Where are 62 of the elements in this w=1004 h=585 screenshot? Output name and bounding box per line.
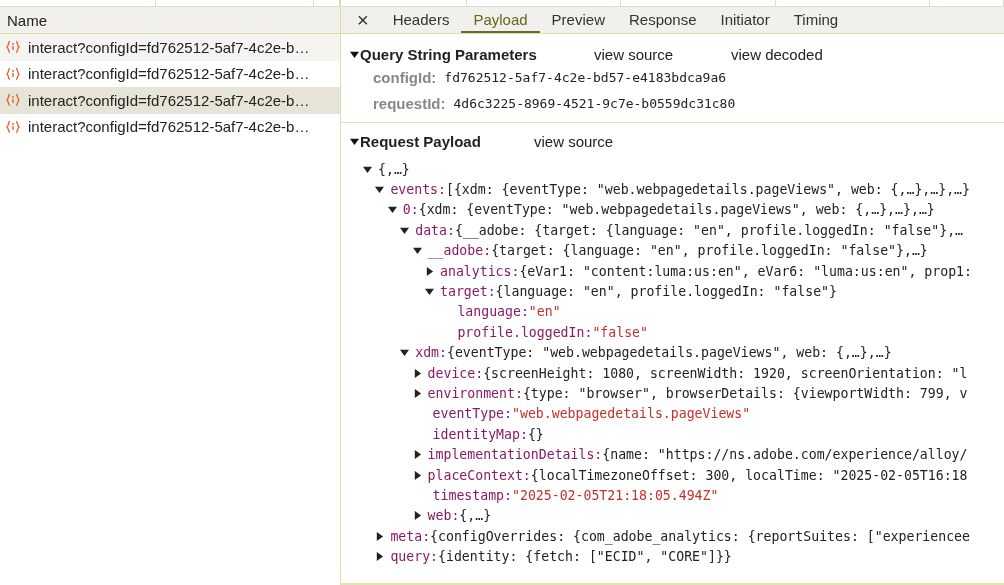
request-row[interactable]: interact?configId=fd762512-5af7-4c2e-b… [0, 60, 340, 87]
column-header[interactable]: Name [7, 11, 47, 29]
tree-entry: events:[{xdm: {eventType: "web.webpagedetails.pageViews", web: {,…},…},…} [390, 182, 970, 198]
tree-entry: __adobe:{target: {language: "en", profile.loggedIn: "false"},…} [427, 243, 928, 259]
param-name: configId: [373, 68, 437, 86]
section-title[interactable]: Request Payload [360, 132, 534, 150]
braces-icon [6, 66, 20, 81]
braces-icon [6, 93, 20, 108]
tree-entry: {,…} [378, 161, 410, 177]
tree-entry: meta:{configOverrides: {com_adobe_analytics: {reportSuites: ["experiencee [390, 528, 970, 544]
expand-arrow-icon[interactable] [363, 164, 372, 174]
param-value: fd762512-5af7-4c2e-bd57-e4183bdca9a6 [444, 69, 727, 85]
expand-arrow-icon[interactable] [400, 225, 410, 235]
tab[interactable]: Payload [461, 7, 540, 33]
expand-arrow-icon[interactable] [375, 552, 385, 562]
view-link[interactable]: view source [534, 132, 671, 150]
tree-entry: profile.loggedIn:"false" [457, 324, 648, 340]
tree-entry: 0:{xdm: {eventType: "web.webpagedetails.pageViews", web: {,…},…},…} [402, 202, 935, 218]
expand-arrow-icon[interactable] [425, 287, 434, 297]
braces-icon [6, 40, 20, 55]
braces-icon [6, 119, 20, 134]
expand-arrow-icon[interactable] [350, 136, 359, 146]
close-button[interactable]: × [351, 7, 381, 33]
request-row[interactable]: interact?configId=fd762512-5af7-4c2e-b… [0, 113, 340, 140]
tree-entry: xdm:{eventType: "web.webpagedetails.pageViews", web: {,…},…} [415, 345, 892, 361]
tree-entry: query:{identity: {fetch: ["ECID", "CORE"]}} [390, 549, 732, 565]
tab[interactable]: Timing [781, 7, 851, 33]
tree-entry: eventType:"web.webpagedetails.pageViews" [432, 406, 751, 422]
tree-entry: environment:{type: "browser", browserDetails: {viewportWidth: 799, v [427, 386, 968, 401]
tree-entry: web:{,…} [427, 508, 492, 524]
expand-arrow-icon[interactable] [350, 49, 359, 59]
tree-entry: target:{language: "en", profile.loggedIn: "false"} [440, 284, 837, 300]
tree-entry: data:{__adobe: {target: {language: "en", profile.loggedIn: "false"},… [415, 222, 964, 238]
expand-arrow-icon[interactable] [412, 511, 422, 521]
expand-arrow-icon[interactable] [425, 266, 434, 276]
tree-entry: timestamp:"2025-02-05T21:18:05.494Z" [432, 487, 719, 503]
expand-arrow-icon[interactable] [400, 348, 410, 358]
tab[interactable]: Preview [539, 7, 617, 33]
expand-arrow-icon[interactable] [375, 531, 385, 541]
request-row[interactable]: interact?configId=fd762512-5af7-4c2e-b… [0, 34, 340, 61]
tab[interactable]: Headers [380, 7, 462, 33]
param-name: requestId: [373, 94, 446, 112]
section-title[interactable]: Query String Parameters [360, 45, 594, 63]
tree-entry: analytics:{eVar1: "content:luma:us:en", eVar6: "luma:us:en", prop1: [440, 263, 972, 279]
tree-entry: identityMap:{} [432, 426, 544, 442]
tree-entry: device:{screenHeight: 1080, screenWidth: 1920, screenOrientation: "l [427, 365, 968, 381]
tab[interactable]: Initiator [708, 7, 782, 33]
expand-arrow-icon[interactable] [412, 389, 422, 398]
expand-arrow-icon[interactable] [412, 246, 422, 256]
expand-arrow-icon[interactable] [412, 470, 422, 480]
param-value: 4d6c3225-8969-4521-9c7e-b0559dc31c80 [453, 95, 736, 111]
expand-arrow-icon[interactable] [412, 368, 422, 378]
expand-arrow-icon[interactable] [387, 205, 397, 215]
view-link[interactable]: view decoded [731, 45, 868, 63]
expand-arrow-icon[interactable] [412, 450, 422, 460]
expand-arrow-icon[interactable] [375, 185, 385, 195]
request-row[interactable]: interact?configId=fd762512-5af7-4c2e-b… [0, 87, 340, 114]
view-link[interactable]: view source [594, 45, 731, 63]
tree-entry: implementationDetails:{name: "https://ns.adobe.com/experience/alloy/ [427, 447, 968, 463]
tab[interactable]: Response [616, 7, 709, 33]
tree-entry: language:"en" [457, 304, 561, 320]
tree-entry: placeContext:{localTimezoneOffset: 300, localTime: "2025-02-05T16:18 [427, 467, 968, 483]
